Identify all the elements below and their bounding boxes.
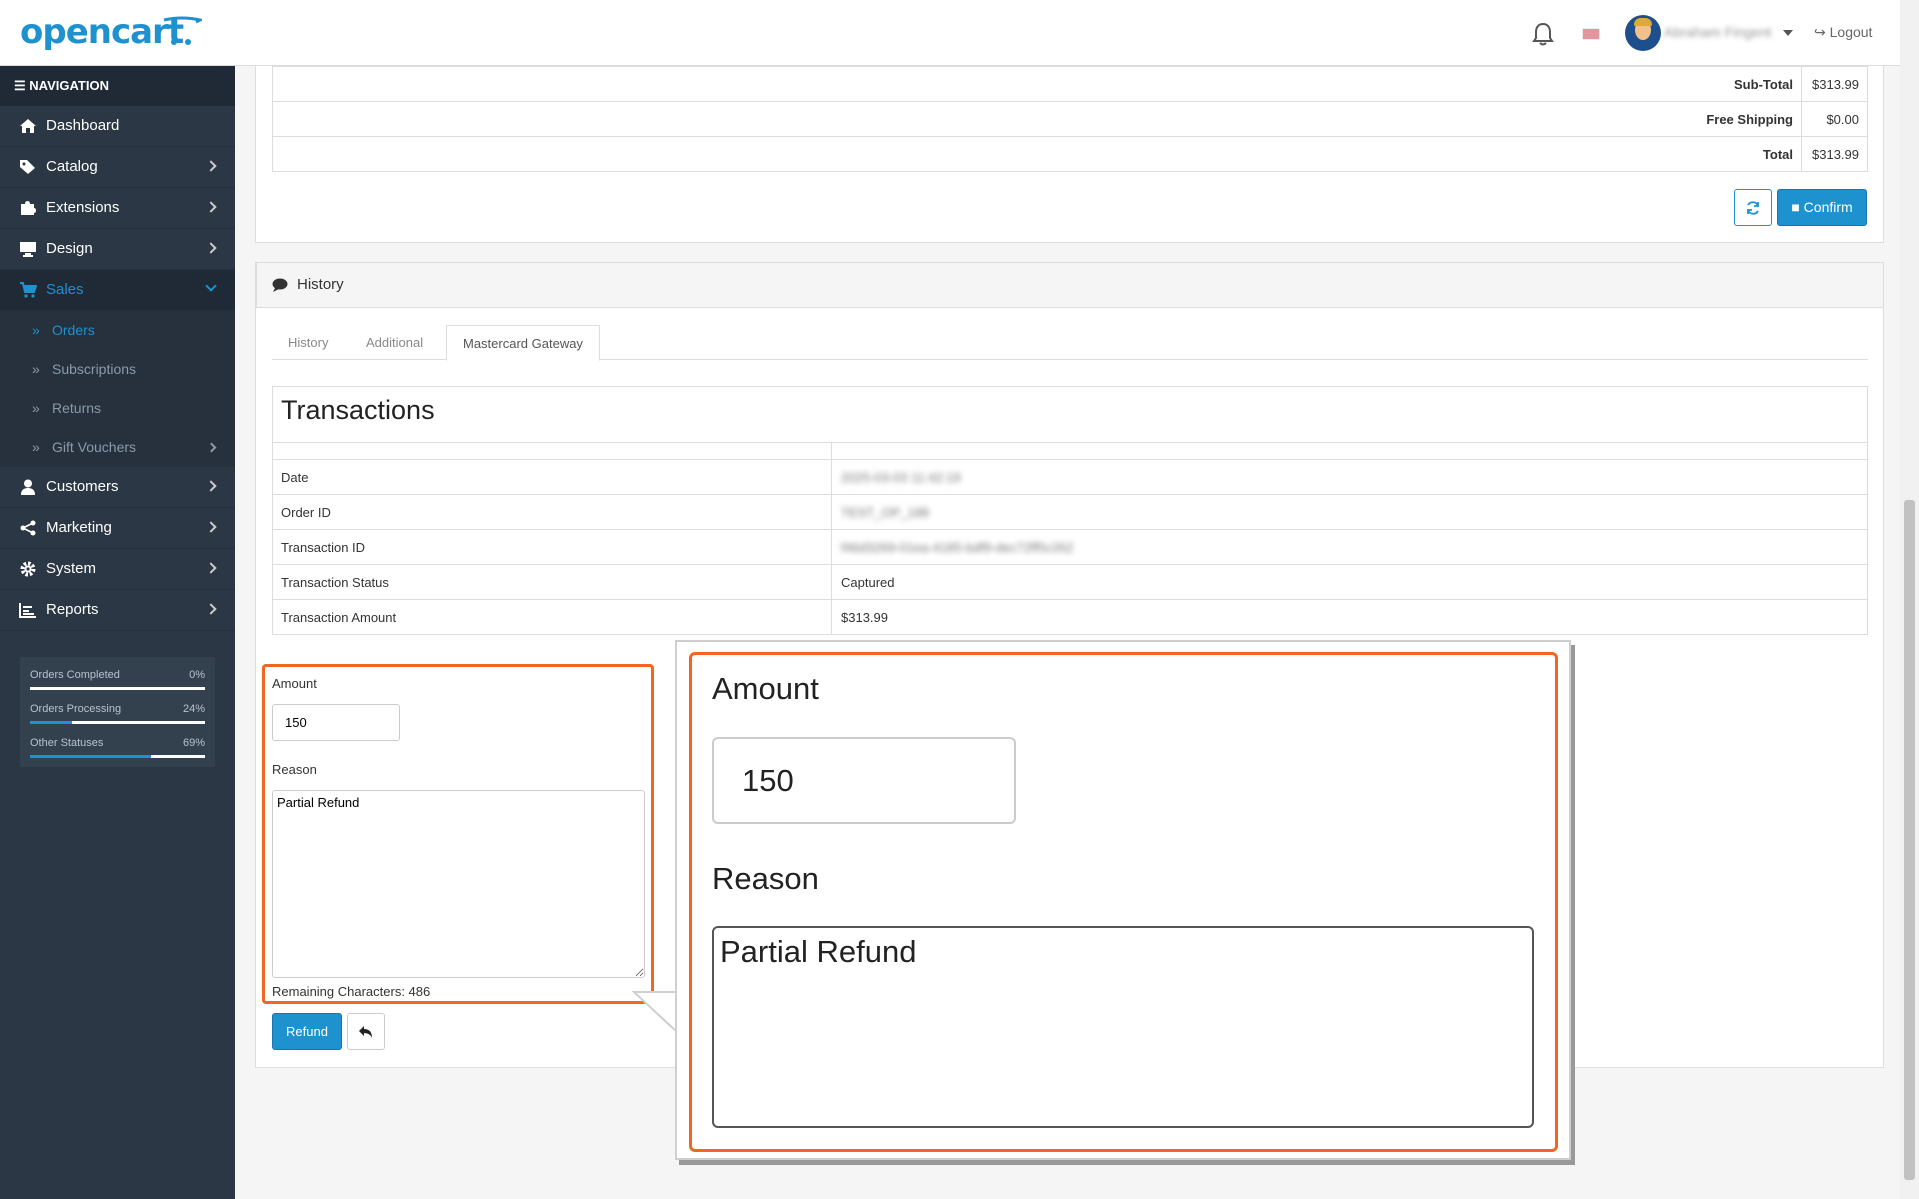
page-scrollbar[interactable] xyxy=(1900,0,1919,1199)
table-row: Transaction ID f46d3269-01ea-4185-bdf9-d… xyxy=(273,529,1867,564)
home-icon xyxy=(20,119,36,133)
language-flag-icon[interactable] xyxy=(1582,28,1600,40)
table-row xyxy=(273,442,1867,459)
puzzle-icon xyxy=(21,201,36,215)
scrollbar-thumb[interactable] xyxy=(1904,500,1915,1180)
refresh-button[interactable] xyxy=(1734,189,1772,226)
logout-label: Logout xyxy=(1829,24,1873,40)
order-stats: Orders Completed 0% Orders Processing 24… xyxy=(20,657,215,767)
transactions-table: Transactions Date 2025-03-03 11:42:19 Or… xyxy=(272,386,1868,635)
zoom-highlight: Amount 150 Reason Partial Refund xyxy=(689,652,1558,1152)
zoom-callout: Amount 150 Reason Partial Refund xyxy=(675,640,1571,1160)
reason-textarea[interactable]: Partial Refund xyxy=(272,790,645,978)
back-button[interactable] xyxy=(347,1013,385,1050)
tag-icon xyxy=(20,160,35,174)
transactions-title: Transactions xyxy=(281,395,435,425)
sidebar-subitem-gift-vouchers[interactable]: » Gift Vouchers xyxy=(0,428,235,467)
amount-input[interactable] xyxy=(272,704,400,741)
chevron-right-icon xyxy=(205,160,217,172)
stat-other-statuses: Other Statuses 69% xyxy=(30,731,205,765)
sidebar-item-reports[interactable]: Reports xyxy=(0,590,235,631)
chevron-right-icon xyxy=(205,603,217,615)
top-header: opencart Abraham Fingent ↪ Logout xyxy=(0,0,1900,66)
chevron-right-icon xyxy=(205,201,217,213)
sidebar-item-sales[interactable]: Sales xyxy=(0,270,235,311)
comment-icon xyxy=(272,278,288,292)
progress-bar xyxy=(30,721,205,724)
chevron-right-icon xyxy=(206,442,217,453)
double-chevron-right-icon: » xyxy=(32,322,40,338)
chevron-down-icon[interactable] xyxy=(1783,30,1793,36)
history-tabs: History Additional Mastercard Gateway xyxy=(272,325,1868,361)
logout-link[interactable]: ↪ Logout xyxy=(1814,24,1872,41)
save-icon: ■ xyxy=(1791,199,1800,215)
table-row: Date 2025-03-03 11:42:19 xyxy=(273,459,1867,494)
refund-button[interactable]: Refund xyxy=(272,1013,342,1050)
double-chevron-right-icon: » xyxy=(32,439,40,455)
double-chevron-right-icon: » xyxy=(32,361,40,377)
tab-mastercard-gateway[interactable]: Mastercard Gateway xyxy=(446,325,600,361)
progress-bar xyxy=(30,755,205,758)
sidebar-subitem-orders[interactable]: » Orders xyxy=(0,311,235,350)
zoom-amount-label: Amount xyxy=(712,671,819,706)
reply-icon xyxy=(359,1026,372,1038)
sidebar-item-extensions[interactable]: Extensions xyxy=(0,188,235,229)
sidebar-subitem-subscriptions[interactable]: » Subscriptions xyxy=(0,350,235,389)
table-row: Sub-Total $313.99 xyxy=(272,66,1868,102)
confirm-button[interactable]: ■ Confirm xyxy=(1777,189,1867,226)
refund-form-highlight: Amount Reason Partial Refund Remaining C… xyxy=(262,664,654,1004)
stat-orders-completed: Orders Completed 0% xyxy=(30,663,205,697)
avatar[interactable] xyxy=(1625,15,1661,51)
sidebar-item-system[interactable]: System xyxy=(0,549,235,590)
double-chevron-right-icon: » xyxy=(32,400,40,416)
user-icon xyxy=(21,479,35,495)
navigation-heading[interactable]: ☰ NAVIGATION xyxy=(0,66,235,106)
stat-orders-processing: Orders Processing 24% xyxy=(30,697,205,731)
sidebar: ☰ NAVIGATION Dashboard Catalog Extension… xyxy=(0,66,235,1199)
reason-label: Reason xyxy=(272,762,317,777)
sidebar-item-customers[interactable]: Customers xyxy=(0,467,235,508)
chevron-right-icon xyxy=(205,562,217,574)
gear-icon xyxy=(20,561,36,577)
totals-table: Sub-Total $313.99 Free Shipping $0.00 To… xyxy=(272,66,1868,172)
remaining-characters: Remaining Characters: 486 xyxy=(272,984,431,999)
history-panel-heading: History xyxy=(256,262,1884,308)
chevron-right-icon xyxy=(205,521,217,533)
shopping-cart-icon xyxy=(20,282,37,298)
sign-out-icon: ↪ xyxy=(1814,24,1826,40)
sidebar-item-design[interactable]: Design xyxy=(0,229,235,270)
table-row: Transaction Amount $313.99 xyxy=(273,599,1867,634)
sidebar-subitem-returns[interactable]: » Returns xyxy=(0,389,235,428)
table-row: Free Shipping $0.00 xyxy=(272,101,1868,137)
order-totals-panel: Sub-Total $313.99 Free Shipping $0.00 To… xyxy=(255,66,1884,243)
chevron-right-icon xyxy=(205,480,217,492)
zoom-amount-input: 150 xyxy=(712,737,1016,824)
sidebar-item-catalog[interactable]: Catalog xyxy=(0,147,235,188)
chevron-down-icon xyxy=(205,280,217,292)
bars-icon: ☰ xyxy=(14,78,26,93)
sidebar-item-dashboard[interactable]: Dashboard xyxy=(0,106,235,147)
amount-label: Amount xyxy=(272,676,317,691)
sidebar-item-marketing[interactable]: Marketing xyxy=(0,508,235,549)
monitor-icon xyxy=(20,242,36,257)
tab-history[interactable]: History xyxy=(272,325,344,361)
user-name[interactable]: Abraham Fingent xyxy=(1664,24,1771,40)
progress-bar xyxy=(30,687,205,690)
tab-additional[interactable]: Additional xyxy=(350,325,439,361)
bell-icon[interactable] xyxy=(1532,22,1554,46)
table-row: Total $313.99 xyxy=(272,136,1868,172)
opencart-logo[interactable]: opencart xyxy=(20,12,184,52)
table-row: Transaction Status Captured xyxy=(273,564,1867,599)
refresh-icon xyxy=(1747,201,1759,215)
cart-logo-icon xyxy=(163,16,202,45)
zoom-reason-textarea: Partial Refund xyxy=(712,926,1534,1128)
bar-chart-icon xyxy=(19,603,36,618)
share-icon xyxy=(20,520,36,536)
table-row: Order ID TEST_OP_188 xyxy=(273,494,1867,529)
chevron-right-icon xyxy=(205,242,217,254)
zoom-reason-label: Reason xyxy=(712,861,819,896)
